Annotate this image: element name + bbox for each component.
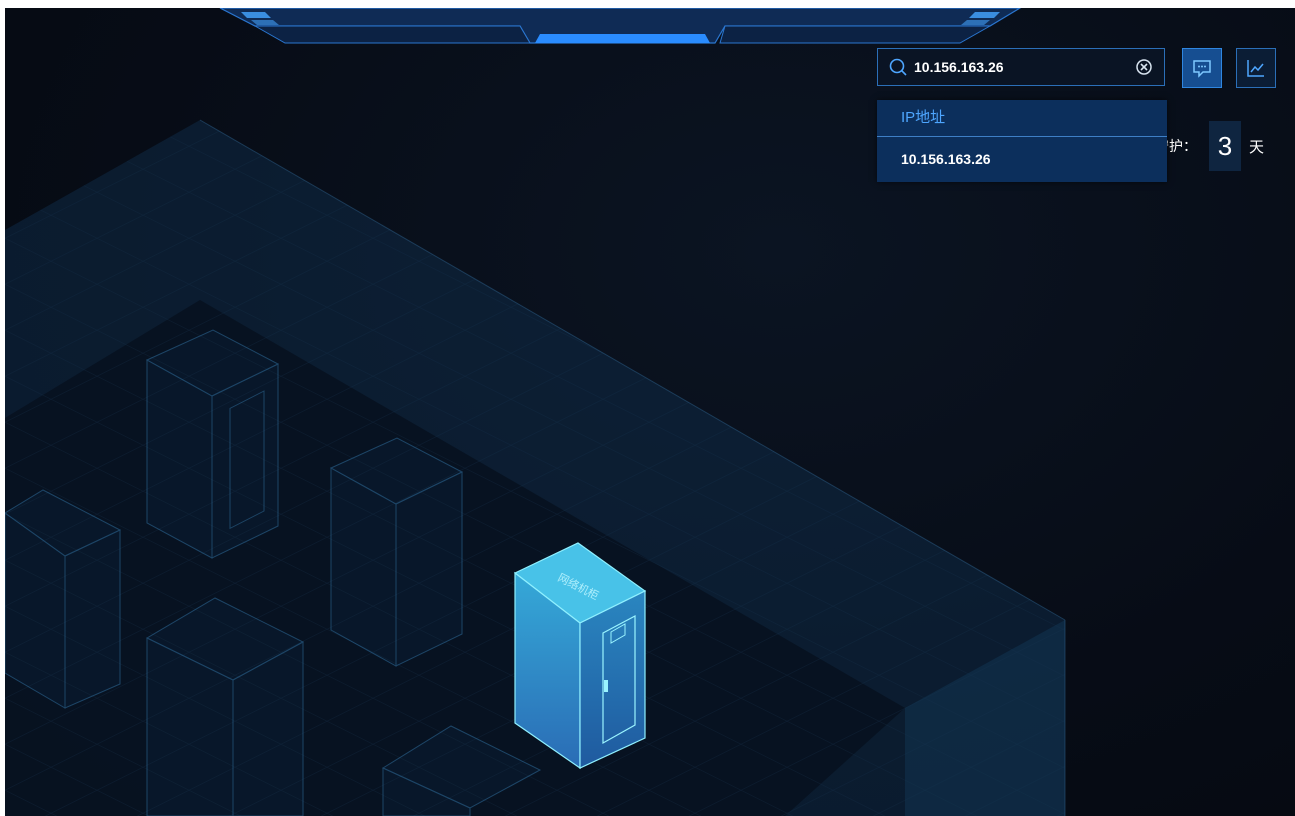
guard-indicator: 守护： 3 天	[1155, 121, 1264, 171]
guard-days-value: 3	[1209, 121, 1241, 171]
search-input[interactable]	[908, 49, 1134, 85]
search-box[interactable]	[877, 48, 1165, 86]
guard-unit: 天	[1249, 138, 1265, 156]
dropdown-header: IP地址	[877, 100, 1167, 137]
chart-button[interactable]	[1236, 48, 1276, 88]
message-icon	[1193, 60, 1211, 78]
header-indicator	[535, 34, 710, 43]
clear-circle-icon[interactable]	[1134, 57, 1154, 77]
dropdown-item[interactable]: 10.156.163.26	[877, 137, 1167, 181]
ghost-cabinet	[5, 489, 122, 709]
scene-viewport[interactable]: 网络机柜 守护： 3 天 10.156.163.26 IP地址 10.156.1…	[5, 8, 1295, 816]
search-icon	[889, 58, 907, 76]
message-button[interactable]	[1182, 48, 1222, 88]
ghost-cabinet	[145, 597, 305, 816]
line-chart-icon	[1247, 60, 1264, 77]
ghost-cabinet	[145, 329, 280, 559]
ghost-cabinet	[329, 437, 464, 667]
network-cabinet[interactable]: 网络机柜	[513, 542, 647, 770]
search-suggestions-dropdown: IP地址 10.156.163.26	[877, 100, 1167, 182]
